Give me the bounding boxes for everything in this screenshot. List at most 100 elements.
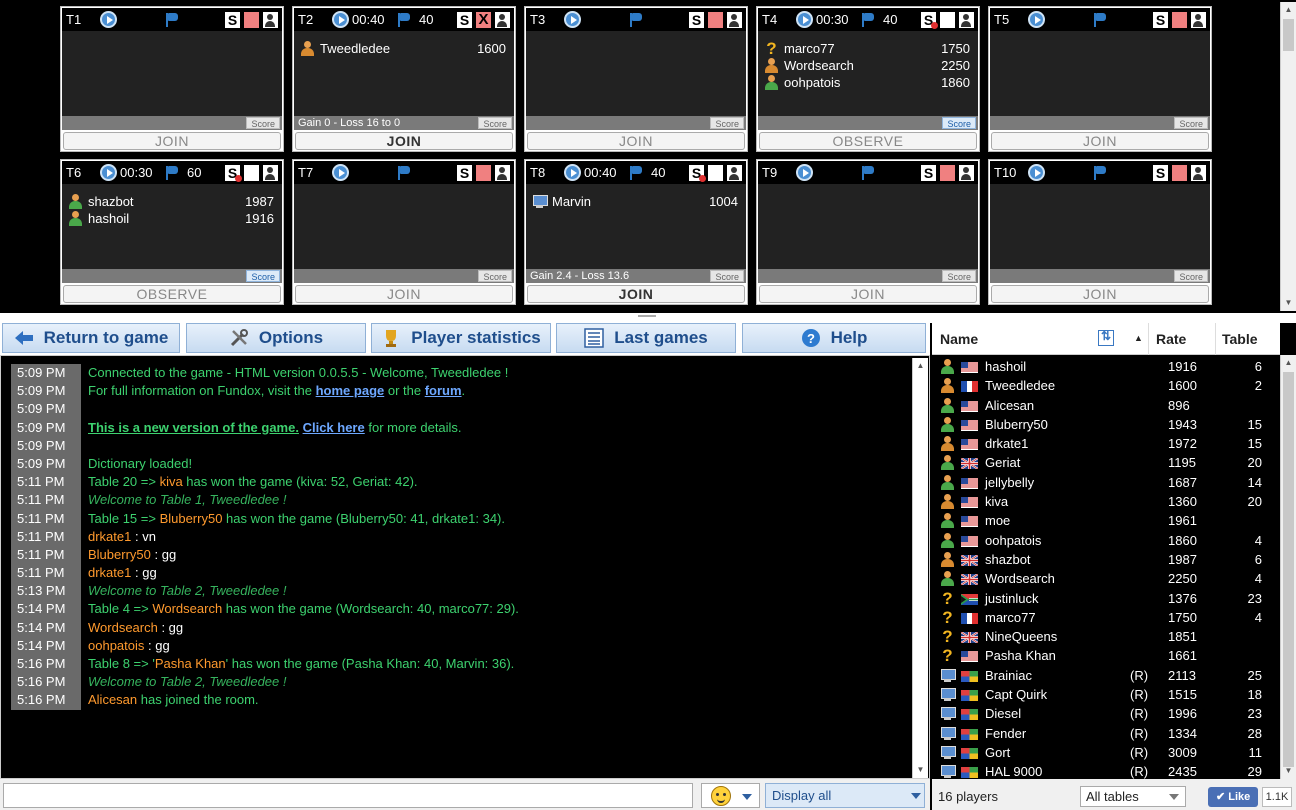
chat-link[interactable]: home page [316, 383, 385, 398]
chat-timestamp: 5:16 PM [11, 691, 81, 710]
chat-username[interactable]: kiva [160, 474, 183, 489]
back-arrow-icon [14, 328, 34, 348]
white-square-icon [708, 165, 723, 181]
player-name: shazbot [88, 194, 134, 209]
options-button[interactable]: Options [186, 323, 366, 353]
country-flag-icon [961, 496, 978, 509]
like-button[interactable]: ✔ Like [1208, 787, 1258, 807]
player-row[interactable]: ? justinluck 1376 23 [932, 589, 1280, 608]
human-player-icon [68, 194, 83, 209]
human-player-icon [940, 532, 955, 548]
emoji-picker-button[interactable] [701, 783, 760, 808]
chat-scrollbar[interactable]: ▲ ▼ [912, 358, 928, 778]
player-row[interactable]: Tweedledee 1600 2 [932, 376, 1280, 395]
score-button[interactable]: Score [710, 117, 744, 129]
join-button[interactable]: JOIN [991, 285, 1209, 303]
column-rate-header[interactable]: Rate [1156, 331, 1186, 347]
sort-icon[interactable] [1098, 329, 1114, 346]
chat-username[interactable]: drkate1 [88, 565, 131, 580]
player-row[interactable]: Bluberry50 1943 15 [932, 415, 1280, 434]
help-button[interactable]: ? Help [742, 323, 926, 353]
scroll-down-arrow-icon[interactable]: ▼ [913, 762, 928, 778]
player-rate: 1851 [1168, 629, 1197, 645]
scroll-up-arrow-icon[interactable]: ▲ [913, 358, 928, 374]
join-button[interactable]: JOIN [991, 132, 1209, 150]
join-button[interactable]: JOIN [759, 285, 977, 303]
tables-filter-select[interactable]: All tables [1080, 786, 1186, 807]
players-scrollbar[interactable]: ▲ ▼ [1280, 355, 1296, 779]
join-button[interactable]: JOIN [63, 132, 281, 150]
player-statistics-button[interactable]: Player statistics [371, 323, 551, 353]
score-button[interactable]: Score [1174, 270, 1208, 282]
player-row[interactable]: Diesel (R) 1996 23 [932, 704, 1280, 723]
tables-scrollbar[interactable]: ▲ ▼ [1280, 2, 1296, 311]
chat-username[interactable]: Bluberry50 [160, 511, 223, 526]
table-players [758, 184, 978, 269]
score-button[interactable]: Score [478, 270, 512, 282]
chat-text: Wordsearch : gg [88, 619, 183, 637]
chat-username[interactable]: Pasha Khan [155, 656, 226, 671]
player-row[interactable]: Alicesan 896 [932, 396, 1280, 415]
last-games-button[interactable]: Last games [556, 323, 736, 353]
player-row[interactable]: jellybelly 1687 14 [932, 473, 1280, 492]
scroll-up-arrow-icon[interactable]: ▲ [1281, 355, 1296, 371]
chat-username[interactable]: Wordsearch [152, 601, 222, 616]
display-filter-select[interactable]: Display all [765, 783, 925, 808]
player-name: Tweedledee [320, 41, 391, 56]
join-button[interactable]: JOIN [295, 285, 513, 303]
player-row[interactable]: ? marco77 1750 4 [932, 608, 1280, 627]
score-button[interactable]: Score [1174, 117, 1208, 129]
scroll-down-arrow-icon[interactable]: ▼ [1281, 763, 1296, 779]
player-row[interactable]: ? Pasha Khan 1661 [932, 646, 1280, 665]
chat-link[interactable]: Click here [303, 420, 365, 435]
scroll-down-arrow-icon[interactable]: ▼ [1281, 295, 1296, 311]
score-button[interactable]: Score [942, 270, 976, 282]
chat-input[interactable] [3, 783, 693, 808]
player-table: 15 [1247, 416, 1262, 432]
score-button[interactable]: Score [246, 117, 280, 129]
scroll-thumb[interactable] [1283, 372, 1294, 767]
column-table-header[interactable]: Table [1222, 331, 1258, 347]
table-header: T8 00:40 40 S [526, 161, 746, 184]
player-row[interactable]: shazbot 1987 6 [932, 550, 1280, 569]
player-row[interactable]: Fender (R) 1334 28 [932, 724, 1280, 743]
scroll-thumb[interactable] [1283, 19, 1294, 51]
player-row[interactable]: hashoil 1916 6 [932, 357, 1280, 376]
chat-username[interactable]: Alicesan [88, 692, 137, 707]
join-button[interactable]: JOIN [295, 132, 513, 150]
column-name-header[interactable]: Name [940, 331, 978, 347]
player-row[interactable]: oohpatois 1860 4 [932, 531, 1280, 550]
chat-username[interactable]: drkate1 [88, 529, 131, 544]
human-player-icon [940, 378, 955, 394]
player-row[interactable]: ? NineQueens 1851 [932, 627, 1280, 646]
player-row[interactable]: kiva 1360 20 [932, 492, 1280, 511]
chat-message: 5:09 PM Dictionary loaded! [9, 454, 907, 474]
table-footer: Score [62, 116, 282, 130]
timer-icon [332, 164, 349, 181]
player-row[interactable]: Wordsearch 2250 4 [932, 569, 1280, 588]
chat-timestamp: 5:16 PM [11, 655, 81, 674]
player-row[interactable]: Gort (R) 3009 11 [932, 743, 1280, 762]
chat-username[interactable]: Wordsearch [88, 620, 158, 635]
score-button[interactable]: Score [942, 117, 976, 129]
score-button[interactable]: Score [710, 270, 744, 282]
player-row[interactable]: drkate1 1972 15 [932, 434, 1280, 453]
return-to-game-button[interactable]: Return to game [2, 323, 180, 353]
join-button[interactable]: JOIN [527, 132, 745, 150]
observe-button[interactable]: OBSERVE [759, 132, 977, 150]
scroll-up-arrow-icon[interactable]: ▲ [1281, 2, 1296, 18]
toolbar: Return to game Options Player statistics… [0, 323, 930, 355]
player-row[interactable]: Geriat 1195 20 [932, 453, 1280, 472]
score-button[interactable]: Score [478, 117, 512, 129]
panel-splitter[interactable] [0, 313, 1296, 323]
score-button[interactable]: Score [246, 270, 280, 282]
observe-button[interactable]: OBSERVE [63, 285, 281, 303]
join-button[interactable]: JOIN [527, 285, 745, 303]
chat-username[interactable]: Bluberry50 [88, 547, 151, 562]
player-row[interactable]: moe 1961 [932, 511, 1280, 530]
player-row[interactable]: Capt Quirk (R) 1515 18 [932, 685, 1280, 704]
scrabble-s-icon: S [457, 165, 472, 181]
chat-link[interactable]: forum [425, 383, 462, 398]
player-row[interactable]: Brainiac (R) 2113 25 [932, 666, 1280, 685]
chat-username[interactable]: oohpatois [88, 638, 144, 653]
